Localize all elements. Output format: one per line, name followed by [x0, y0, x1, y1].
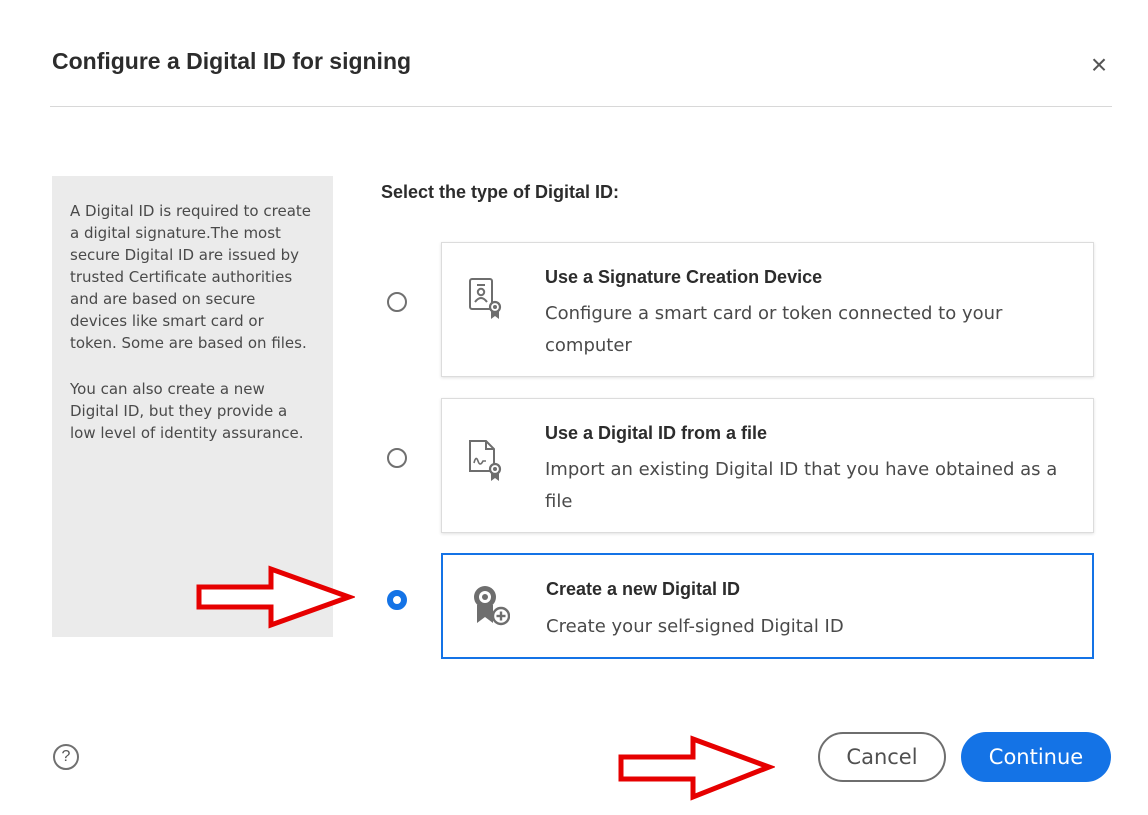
option-title: Use a Signature Creation Device	[545, 267, 823, 287]
dialog-title: Configure a Digital ID for signing	[52, 48, 412, 74]
option-card-digital-id-file[interactable]: Use a Digital ID from a file Import an e…	[441, 398, 1094, 533]
close-icon[interactable]: ×	[1086, 49, 1112, 80]
radio-signature-device[interactable]	[387, 292, 407, 312]
option-card-signature-device[interactable]: Use a Signature Creation Device Configur…	[441, 242, 1094, 377]
info-paragraph-1: A Digital ID is required to create a dig…	[70, 202, 311, 352]
option-description: Configure a smart card or token connecte…	[545, 303, 1003, 356]
select-type-heading: Select the type of Digital ID:	[381, 182, 620, 202]
cancel-button[interactable]: Cancel	[818, 732, 946, 782]
option-title: Create a new Digital ID	[546, 579, 741, 599]
header-divider	[50, 106, 1112, 107]
smart-card-icon	[469, 278, 502, 319]
certificate-file-icon	[469, 440, 502, 481]
help-icon[interactable]: ?	[53, 744, 79, 770]
annotation-arrow-option	[196, 565, 355, 629]
new-certificate-icon	[474, 586, 510, 626]
continue-button[interactable]: Continue	[961, 732, 1111, 782]
info-paragraph-2: You can also create a new Digital ID, bu…	[70, 380, 304, 442]
configure-digital-id-dialog: Configure a Digital ID for signing × A D…	[0, 0, 1148, 815]
option-description: Import an existing Digital ID that you h…	[545, 459, 1058, 512]
radio-create-new-digital-id[interactable]	[387, 590, 407, 610]
option-description: Create your self-signed Digital ID	[546, 616, 844, 637]
radio-digital-id-file[interactable]	[387, 448, 407, 468]
option-title: Use a Digital ID from a file	[545, 423, 768, 443]
annotation-arrow-continue	[618, 735, 775, 801]
option-card-create-new-digital-id[interactable]: Create a new Digital ID Create your self…	[441, 553, 1094, 659]
